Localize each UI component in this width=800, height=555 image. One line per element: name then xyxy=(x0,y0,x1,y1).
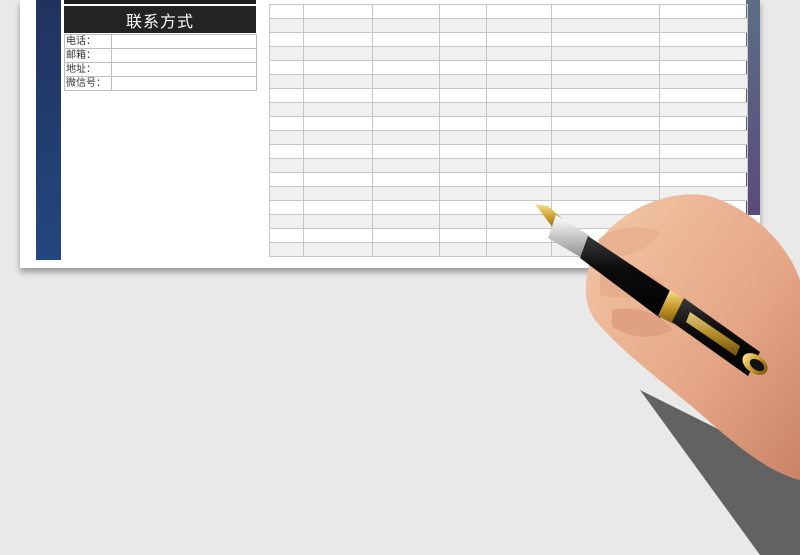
hand-holding-pen-image xyxy=(535,194,800,555)
